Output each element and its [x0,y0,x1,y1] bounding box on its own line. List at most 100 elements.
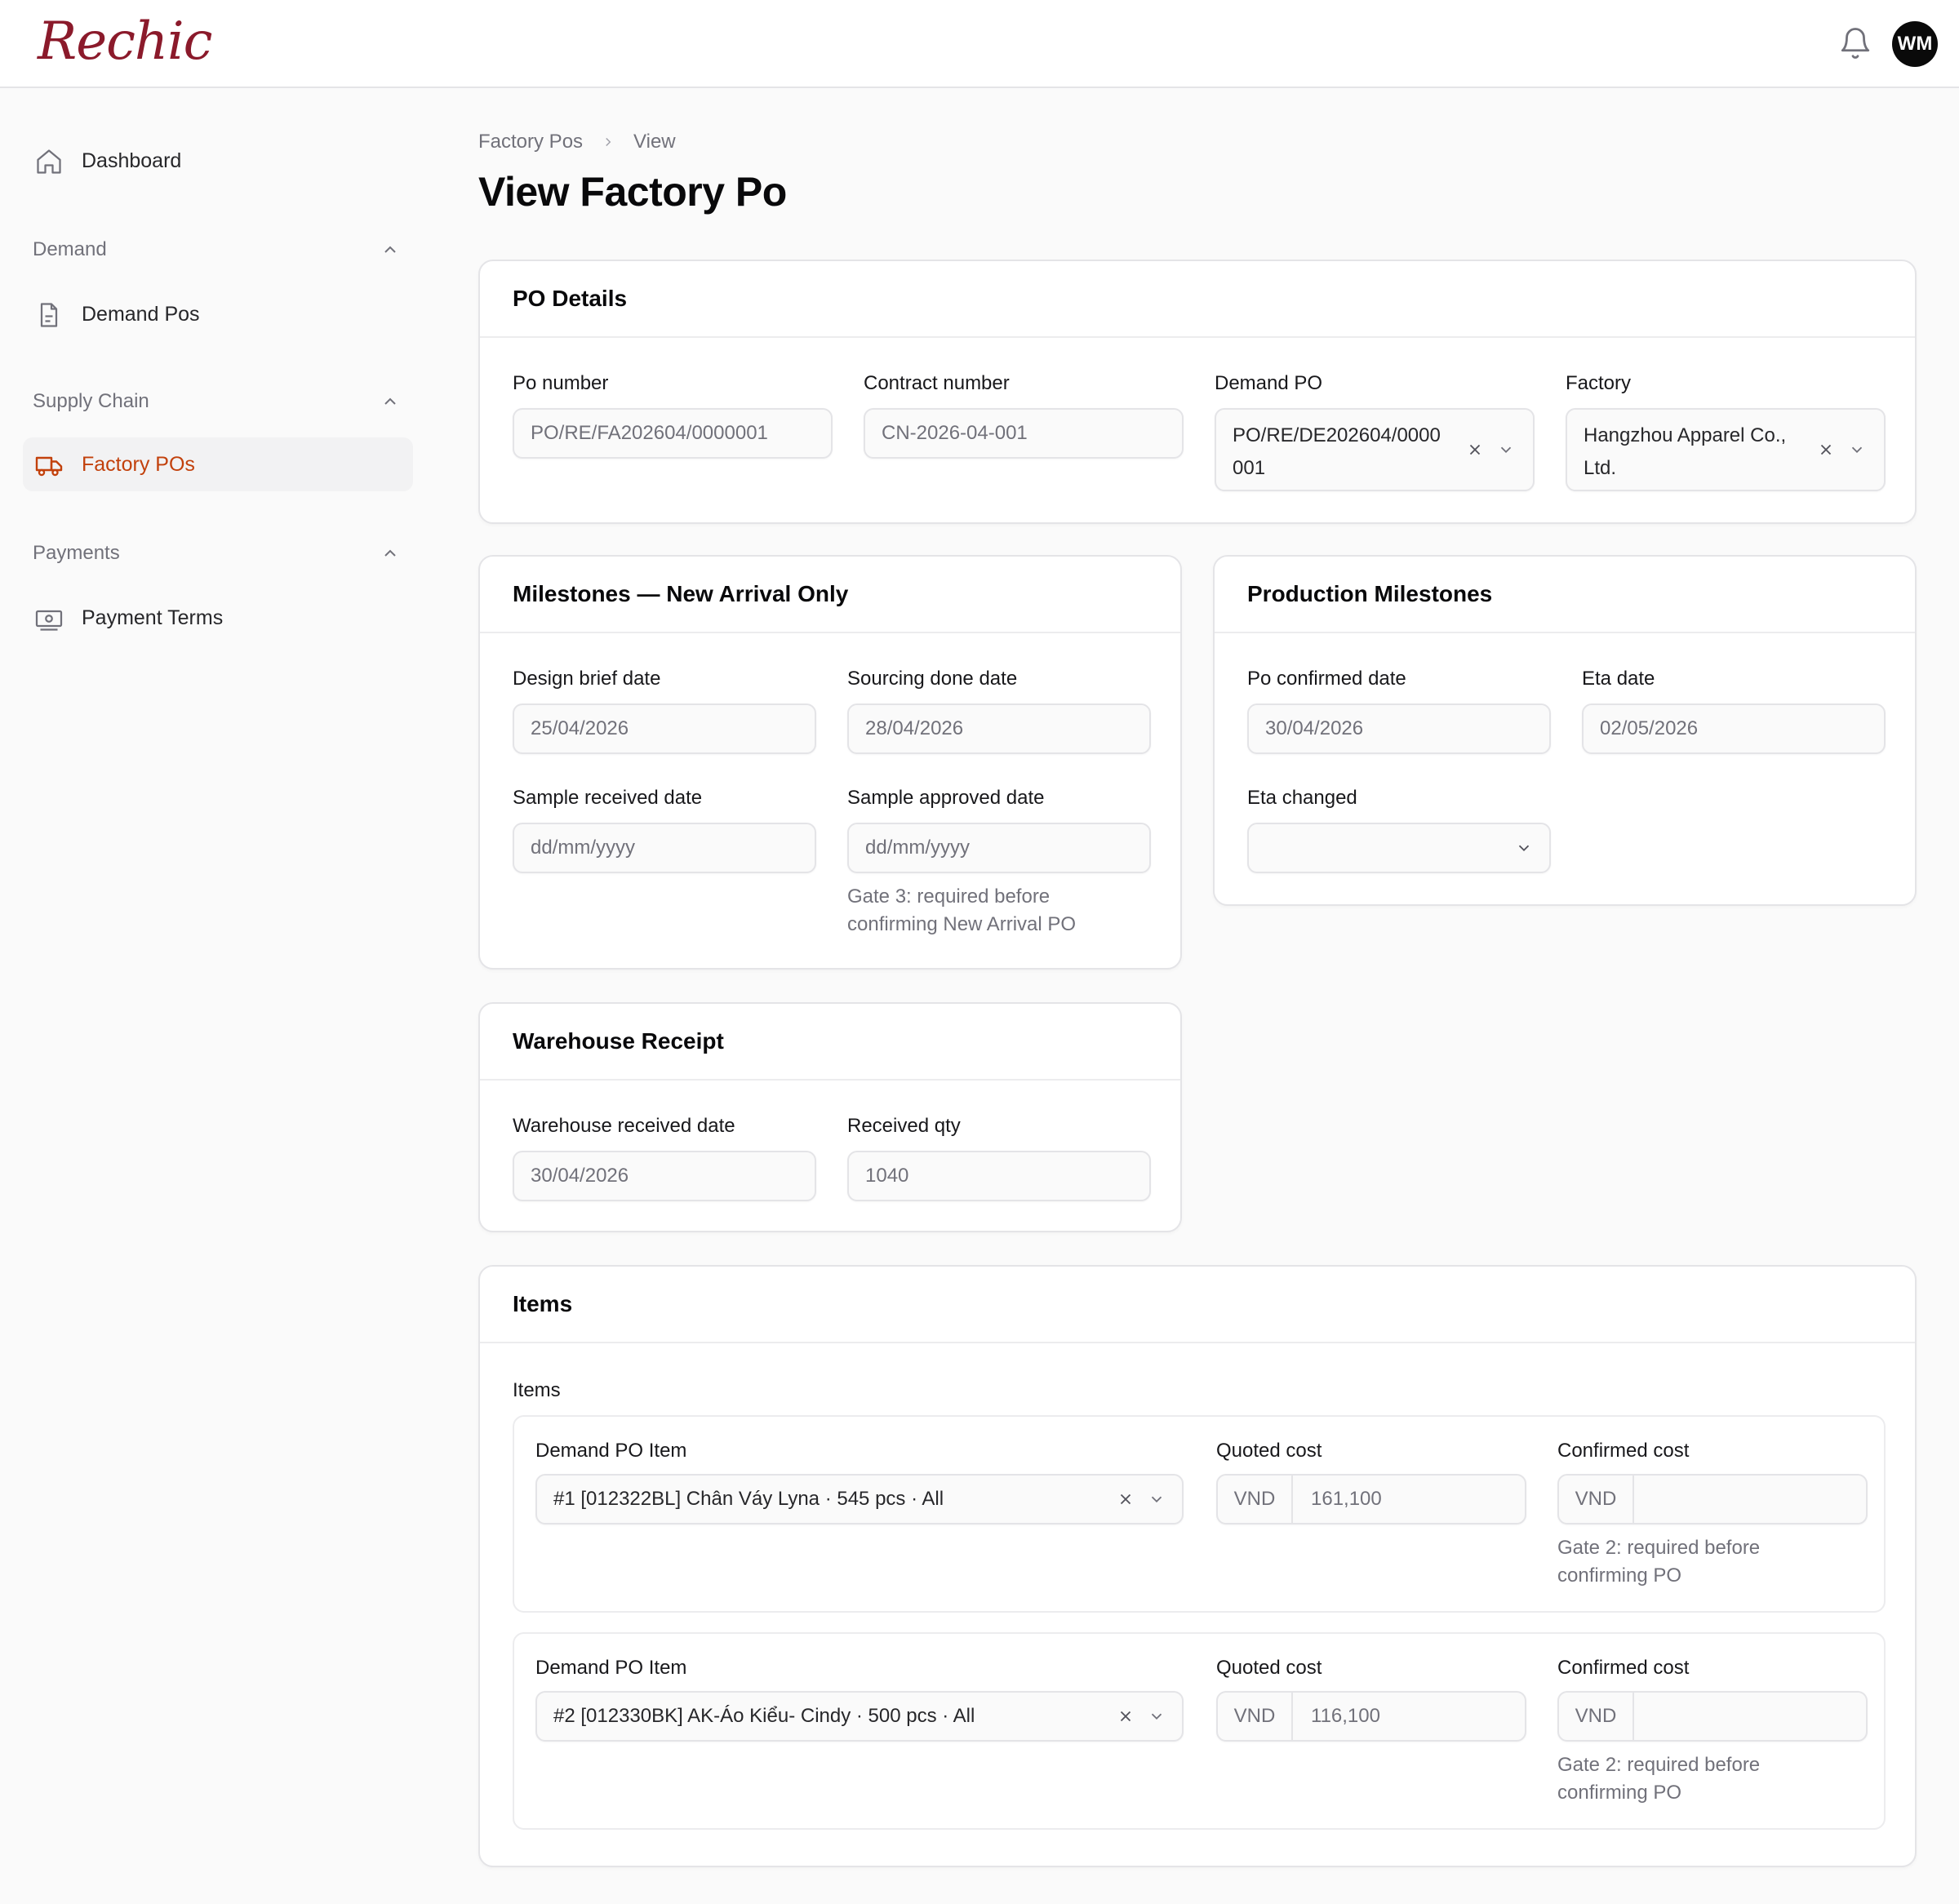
clear-icon[interactable] [1817,441,1835,459]
field-label: Quoted cost [1216,1657,1322,1679]
document-icon [40,303,58,327]
sidebar-group-payments[interactable]: Payments [33,542,400,565]
select-value: Hangzhou Apparel Co., Ltd. [1584,419,1820,485]
select-value: #1 [012322BL] Chân Váy Lyna · 545 pcs · … [553,1488,944,1510]
field-label: Demand PO Item [535,1440,687,1462]
card-title: Milestones — New Arrival Only [480,557,1180,633]
gate-hint: Gate 2: required before confirming PO [1557,1534,1760,1590]
sidebar-item-label: Payment Terms [82,606,224,629]
po-number-input[interactable]: PO/RE/FA202604/0000001 [513,408,833,459]
quoted-cost-value: 116,100 [1311,1705,1380,1727]
sidebar-item-demand-pos[interactable]: Demand Pos [23,287,413,341]
chevron-up-icon [384,246,396,253]
breadcrumb-current: View [633,131,676,153]
sidebar-group-label: Demand [33,238,107,260]
field-label: Eta date [1582,668,1655,690]
card-title: Warehouse Receipt [480,1004,1180,1081]
quoted-cost-input[interactable]: VND 116,100 [1216,1691,1526,1742]
items-card: Items Items Demand PO Item #1 [012322BL]… [478,1265,1917,1867]
factory-select[interactable]: Hangzhou Apparel Co., Ltd. [1566,408,1886,491]
hint-line: Gate 2: required before [1557,1537,1761,1559]
sample-received-date-input[interactable]: dd/mm/yyyy [513,823,816,873]
contract-number-input[interactable]: CN-2026-04-001 [864,408,1184,459]
hint-line: Gate 2: required before [1557,1754,1761,1776]
currency-prefix: VND [1218,1476,1293,1523]
factory-field: Factory [1566,372,1631,395]
select-value: #2 [012330BK] AK-Áo Kiểu- Cindy · 500 pc… [553,1705,975,1727]
chevron-right-icon [606,137,611,147]
sidebar-group-demand[interactable]: Demand [33,238,400,261]
field-label: Demand PO Item [535,1657,687,1679]
sidebar-item-factory-pos[interactable]: Factory POs [23,437,413,491]
design-brief-field: Design brief date [513,668,660,690]
warehouse-receipt-card: Warehouse Receipt Warehouse received dat… [478,1002,1182,1232]
select-value-line: PO/RE/DE202604/0000 [1233,424,1441,446]
demand-po-field: Demand PO [1215,372,1322,395]
po-confirmed-date-input[interactable]: 30/04/2026 [1247,703,1551,754]
clear-icon[interactable] [1117,1490,1135,1508]
field-label: Warehouse received date [513,1115,735,1137]
clear-icon[interactable] [1466,441,1484,459]
sidebar-item-payment-terms[interactable]: Payment Terms [23,591,413,645]
field-label: Eta changed [1247,787,1357,809]
warehouse-received-field: Warehouse received date [513,1115,735,1138]
sidebar-group-supply-chain[interactable]: Supply Chain [33,390,400,413]
bell-icon[interactable] [1838,24,1872,62]
demand-po-item-select[interactable]: #1 [012322BL] Chân Váy Lyna · 545 pcs · … [535,1474,1184,1525]
chevron-down-icon[interactable] [1497,441,1515,459]
sidebar-group-label: Payments [33,542,120,564]
field-label: Confirmed cost [1557,1657,1690,1679]
chevron-down-icon[interactable] [1148,1707,1166,1725]
confirmed-cost-input[interactable]: VND [1557,1691,1868,1742]
demand-po-select[interactable]: PO/RE/DE202604/0000 001 [1215,408,1535,491]
banknote-icon [35,610,63,631]
received-qty-input[interactable]: 1040 [847,1151,1151,1201]
field-label: Sample approved date [847,787,1045,809]
sourcing-done-date-input[interactable]: 28/04/2026 [847,703,1151,754]
breadcrumb: Factory Pos View [478,131,676,153]
hint-line: Gate 3: required before [847,885,1051,908]
card-title: PO Details [480,261,1915,338]
field-label: Design brief date [513,668,661,690]
field-label: Po confirmed date [1247,668,1406,690]
chevron-down-icon[interactable] [1515,839,1533,857]
item-row: Demand PO Item #1 [012322BL] Chân Váy Ly… [513,1415,1886,1613]
design-brief-date-input[interactable]: 25/04/2026 [513,703,816,754]
clear-icon[interactable] [1117,1707,1135,1725]
milestones-new-arrival-card: Milestones — New Arrival Only Design bri… [478,555,1182,970]
quoted-cost-input[interactable]: VND 161,100 [1216,1474,1526,1525]
chevron-down-icon[interactable] [1148,1490,1166,1508]
field-label: Received qty [847,1115,961,1137]
eta-changed-select[interactable] [1247,823,1551,873]
currency-prefix: VND [1218,1693,1293,1740]
warehouse-received-date-input[interactable]: 30/04/2026 [513,1151,816,1201]
item-row: Demand PO Item #2 [012330BK] AK-Áo Kiểu-… [513,1632,1886,1830]
field-label: Factory [1566,372,1632,394]
avatar[interactable]: WM [1892,21,1938,67]
sidebar-item-dashboard[interactable]: Dashboard [23,134,413,188]
card-title: Items [480,1267,1915,1343]
field-label: Confirmed cost [1557,1440,1690,1462]
field-label: Po number [513,372,609,394]
demand-po-item-select[interactable]: #2 [012330BK] AK-Áo Kiểu- Cindy · 500 pc… [535,1691,1184,1742]
po-number-field: Po number [513,372,608,395]
select-value-line: 001 [1233,457,1266,479]
page-title: View Factory Po [478,169,787,215]
received-qty-field: Received qty [847,1115,961,1138]
chevron-down-icon[interactable] [1848,441,1866,459]
brand-logo[interactable]: Rechic [38,11,212,72]
chevron-up-icon [384,549,396,557]
sample-received-field: Sample received date [513,787,702,810]
breadcrumb-parent[interactable]: Factory Pos [478,131,583,153]
items-repeater-label: Items [513,1379,561,1401]
currency-prefix: VND [1559,1693,1634,1740]
sample-approved-date-input[interactable]: dd/mm/yyyy [847,823,1151,873]
home-icon [37,149,61,174]
eta-date-input[interactable]: 02/05/2026 [1582,703,1886,754]
eta-changed-field: Eta changed [1247,787,1357,810]
select-value: PO/RE/DE202604/0000 001 [1233,419,1469,485]
sample-approved-field: Sample approved date [847,787,1045,810]
contract-number-field: Contract number [864,372,1010,395]
hint-line: confirming New Arrival PO [847,913,1077,935]
confirmed-cost-input[interactable]: VND [1557,1474,1868,1525]
